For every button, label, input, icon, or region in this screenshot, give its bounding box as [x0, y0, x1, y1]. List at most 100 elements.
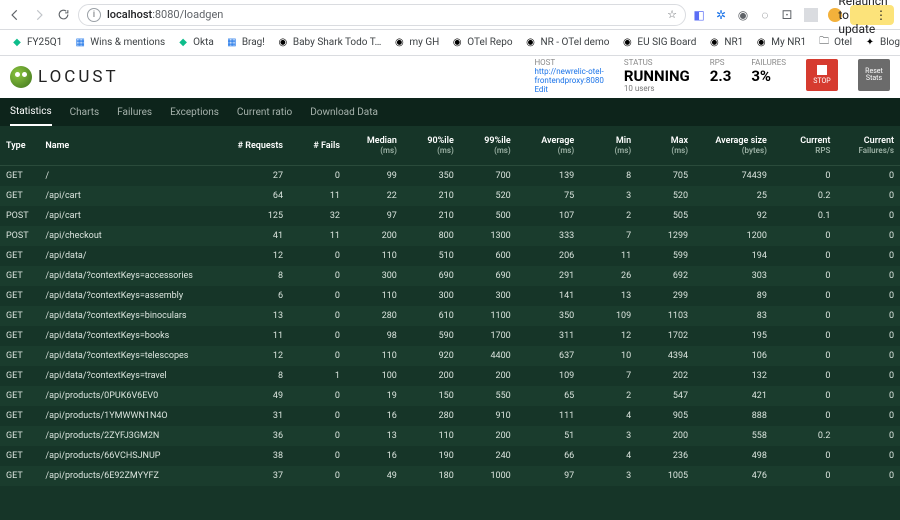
table-row[interactable]: GET/api/cart641122210520753520250.20	[0, 186, 900, 206]
cell-p90: 300	[403, 286, 460, 306]
bookmark-item[interactable]: 🗀Otel	[813, 35, 857, 51]
col-median[interactable]: Median(ms)	[346, 126, 403, 166]
bookmark-item[interactable]: ◉NR1	[703, 35, 748, 51]
failures-info: FAILURES 3%	[751, 59, 786, 84]
col-p99[interactable]: 99%ile(ms)	[460, 126, 517, 166]
ext-icon-2[interactable]: ✲	[714, 8, 728, 22]
cell-avgsize: 106	[694, 346, 773, 366]
puzzle-icon[interactable]: ⚀	[780, 8, 794, 22]
users-value: 10 users	[624, 85, 690, 94]
back-button[interactable]	[6, 6, 24, 24]
table-row[interactable]: GET/api/products/0PUK6V6EV04901915055065…	[0, 386, 900, 406]
table-row[interactable]: GET/api/products/6E92ZMYYFZ3704918010009…	[0, 466, 900, 486]
bookmark-item[interactable]: ◆Okta	[172, 35, 219, 51]
col-failps[interactable]: CurrentFailures/s	[836, 126, 900, 166]
cell-type: POST	[0, 206, 39, 226]
bookmark-item[interactable]: ▦ Wins & mentions	[69, 35, 170, 51]
edit-link[interactable]: Edit	[534, 86, 603, 95]
tab-current-ratio[interactable]: Current ratio	[237, 100, 292, 125]
cell-avg: 107	[517, 206, 581, 226]
cell-max: 200	[637, 426, 694, 446]
cell-median: 110	[346, 246, 403, 266]
col-fails[interactable]: # Fails	[289, 126, 346, 166]
table-row[interactable]: GET/api/data/1201105106002061159919400	[0, 246, 900, 266]
col-type[interactable]: Type	[0, 126, 39, 166]
star-icon[interactable]: ☆	[667, 8, 677, 21]
col-avgsize[interactable]: Average size(bytes)	[694, 126, 773, 166]
bookmark-item[interactable]: ◉NR - OTel demo	[520, 35, 615, 51]
cell-median: 110	[346, 286, 403, 306]
bookmark-item[interactable]: ◉Baby Shark Todo T…	[272, 35, 386, 51]
cell-type: GET	[0, 306, 39, 326]
tab-exceptions[interactable]: Exceptions	[170, 100, 219, 125]
bookmark-item[interactable]: ▦Brag!	[221, 35, 270, 51]
table-row[interactable]: GET/api/data/?contextKeys=assembly601103…	[0, 286, 900, 306]
cell-name: /api/data/?contextKeys=travel	[39, 366, 225, 386]
address-bar[interactable]: i localhost:8080/loadgen ☆	[78, 4, 686, 26]
cell-median: 13	[346, 426, 403, 446]
forward-button[interactable]	[30, 6, 48, 24]
cell-failps: 0	[836, 466, 900, 486]
table-row[interactable]: GET/api/products/2ZYFJ3GM2N3601311020051…	[0, 426, 900, 446]
cell-p99: 4400	[460, 346, 517, 366]
cell-type: GET	[0, 466, 39, 486]
reset-stats-button[interactable]: Reset Stats	[858, 59, 890, 91]
bookmark-item[interactable]: ◉My NR1	[750, 35, 811, 51]
cell-name: /api/cart	[39, 186, 225, 206]
col-name[interactable]: Name	[39, 126, 225, 166]
table-row[interactable]: GET/2709935070013987057443900	[0, 166, 900, 186]
bookmark-item[interactable]: ◆FY25Q1	[6, 35, 67, 51]
col-p90[interactable]: 90%ile(ms)	[403, 126, 460, 166]
gdoc-icon: ▦	[74, 37, 86, 49]
col-min[interactable]: Min(ms)	[580, 126, 637, 166]
cell-max: 547	[637, 386, 694, 406]
gh-icon: ◉	[755, 37, 767, 49]
col-max[interactable]: Max(ms)	[637, 126, 694, 166]
reload-button[interactable]	[54, 6, 72, 24]
cell-median: 200	[346, 226, 403, 246]
ext-icon-4[interactable]: ◌	[758, 8, 772, 22]
cell-min: 3	[580, 186, 637, 206]
ext-icon-1[interactable]: ◧	[692, 8, 706, 22]
col-requests[interactable]: # Requests	[226, 126, 290, 166]
cell-p90: 590	[403, 326, 460, 346]
bookmark-item[interactable]: ◉my GH	[388, 35, 444, 51]
table-row[interactable]: GET/api/data/?contextKeys=travel81100200…	[0, 366, 900, 386]
cell-type: GET	[0, 186, 39, 206]
cell-avg: 65	[517, 386, 581, 406]
bookmark-label: Wins & mentions	[90, 37, 165, 48]
table-row[interactable]: POST/api/checkout41112008001300333712991…	[0, 226, 900, 246]
table-row[interactable]: GET/api/data/?contextKeys=binoculars1302…	[0, 306, 900, 326]
table-row[interactable]: GET/api/data/?contextKeys=books110985901…	[0, 326, 900, 346]
cell-type: GET	[0, 346, 39, 366]
bookmark-label: Blog Cally	[880, 37, 900, 48]
cell-p90: 280	[403, 406, 460, 426]
table-row[interactable]: GET/api/products/66VCHSJNUP3801619024066…	[0, 446, 900, 466]
cell-min: 7	[580, 366, 637, 386]
stats-table-wrap[interactable]: Type Name # Requests # Fails Median(ms) …	[0, 126, 900, 520]
bookmark-item[interactable]: ◉OTel Repo	[446, 35, 517, 51]
cell-name: /api/data/?contextKeys=telescopes	[39, 346, 225, 366]
table-row[interactable]: POST/api/cart12532972105001072505920.10	[0, 206, 900, 226]
relaunch-button[interactable]: Relaunch to update⋮	[850, 5, 894, 25]
col-rps[interactable]: CurrentRPS	[773, 126, 837, 166]
bookmark-item[interactable]: ✦Blog Cally	[859, 35, 900, 51]
cell-p90: 190	[403, 446, 460, 466]
col-avg[interactable]: Average(ms)	[517, 126, 581, 166]
bookmark-item[interactable]: ◉EU SIG Board	[616, 35, 701, 51]
stop-button[interactable]: STOP	[806, 59, 838, 91]
bookmark-label: NR1	[724, 37, 743, 48]
tab-download-data[interactable]: Download Data	[310, 100, 378, 125]
tab-statistics[interactable]: Statistics	[10, 99, 52, 126]
logo[interactable]: LOCUST	[10, 66, 119, 88]
locust-app: LOCUST HOST http://newrelic-otel- fronte…	[0, 56, 900, 520]
ext-icon-3[interactable]: ◉	[736, 8, 750, 22]
tab-failures[interactable]: Failures	[117, 100, 152, 125]
cell-p99: 600	[460, 246, 517, 266]
table-row[interactable]: GET/api/data/?contextKeys=accessories803…	[0, 266, 900, 286]
table-row[interactable]: GET/api/products/1YMWWN1N4O3101628091011…	[0, 406, 900, 426]
site-info-icon[interactable]: i	[87, 8, 101, 22]
cell-max: 1103	[637, 306, 694, 326]
tab-charts[interactable]: Charts	[70, 100, 100, 125]
table-row[interactable]: GET/api/data/?contextKeys=telescopes1201…	[0, 346, 900, 366]
